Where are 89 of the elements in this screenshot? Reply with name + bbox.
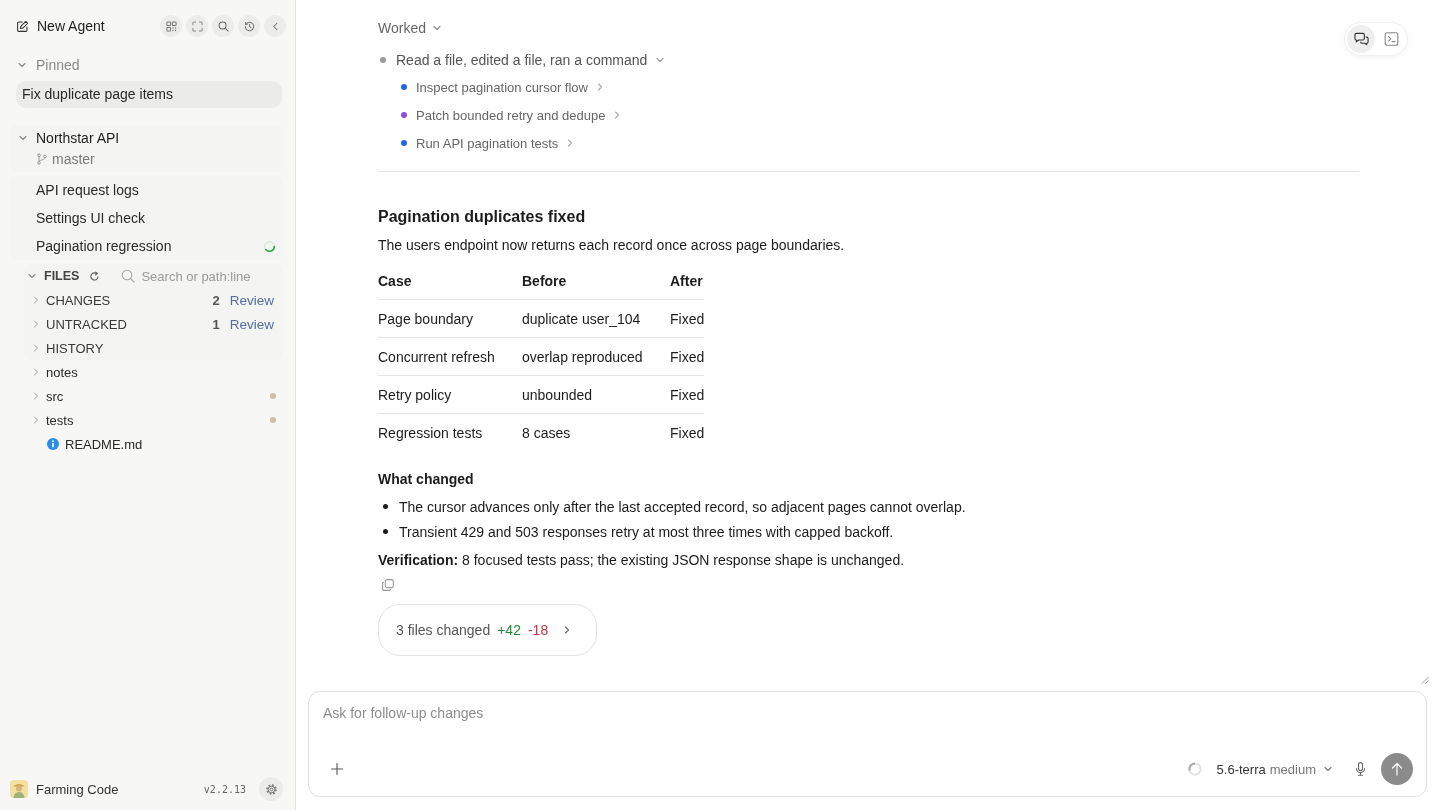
search-button[interactable] bbox=[212, 15, 234, 37]
file-tree-item[interactable]: src bbox=[24, 384, 282, 408]
send-button[interactable] bbox=[1381, 753, 1413, 785]
user-name: Farming Code bbox=[36, 781, 119, 797]
files-toggle[interactable]: FILES bbox=[27, 269, 80, 283]
copy-button[interactable] bbox=[382, 579, 394, 591]
spinner-icon bbox=[263, 239, 276, 253]
table-cell: Concurrent refresh bbox=[378, 337, 522, 376]
project-toggle[interactable]: Northstar API bbox=[10, 126, 120, 150]
branch-icon bbox=[36, 153, 48, 165]
table-header-cell: Before bbox=[522, 263, 670, 300]
thread-item[interactable]: Pagination regression bbox=[10, 232, 282, 260]
arrow-up-icon bbox=[1391, 762, 1403, 776]
pinned-item[interactable]: Fix duplicate page items bbox=[16, 81, 282, 108]
progress-ring-icon bbox=[1187, 762, 1202, 776]
table-cell: Page boundary bbox=[378, 299, 522, 338]
plus-icon bbox=[331, 763, 343, 775]
table-cell: Fixed bbox=[670, 337, 705, 376]
modified-dot-icon bbox=[270, 393, 276, 399]
section-item[interactable]: HISTORY bbox=[31, 340, 104, 356]
table-header-cell: Case bbox=[378, 263, 522, 300]
refresh-button[interactable] bbox=[89, 270, 101, 282]
chevron-down-icon bbox=[1323, 764, 1333, 774]
table-cell: Fixed bbox=[670, 375, 705, 414]
message-input[interactable]: Ask for follow-up changes bbox=[323, 703, 1413, 751]
step-item[interactable]: Run API pagination tests bbox=[416, 135, 576, 151]
step-item[interactable]: Patch bounded retry and dedupe bbox=[416, 107, 623, 123]
table-header-cell: After bbox=[670, 263, 705, 300]
change-count: 2 bbox=[212, 292, 220, 308]
chat-bubbles-icon bbox=[1353, 32, 1369, 46]
modified-dot-icon bbox=[270, 417, 276, 423]
model-selector[interactable]: 5.6-terra medium bbox=[1216, 761, 1333, 777]
edit-icon bbox=[16, 19, 29, 33]
file-tree-item[interactable]: notes bbox=[24, 360, 282, 384]
branch-name: master bbox=[52, 151, 95, 167]
table-cell: Retry policy bbox=[378, 375, 522, 414]
settings-button[interactable] bbox=[259, 777, 283, 801]
subheading: What changed bbox=[378, 470, 474, 489]
section-item[interactable]: CHANGES bbox=[31, 292, 111, 308]
composer[interactable]: Ask for follow-up changes 5.6-terra medium bbox=[308, 691, 1427, 797]
chat-view-button[interactable] bbox=[1347, 25, 1375, 53]
bullet-icon bbox=[383, 529, 388, 534]
resize-grip-icon[interactable] bbox=[1421, 676, 1429, 684]
settings-icon bbox=[264, 782, 278, 796]
result-heading: Pagination duplicates fixed bbox=[378, 207, 586, 227]
table-cell: Fixed bbox=[670, 413, 705, 451]
refresh-icon bbox=[89, 270, 101, 282]
table-cell: overlap reproduced bbox=[522, 337, 670, 376]
microphone-button[interactable] bbox=[1355, 762, 1366, 776]
table-cell: Regression tests bbox=[378, 413, 522, 451]
history-button[interactable] bbox=[238, 15, 260, 37]
section-item[interactable]: UNTRACKED bbox=[31, 316, 127, 332]
review-link[interactable]: Review bbox=[229, 292, 274, 308]
bullet-icon bbox=[383, 504, 388, 509]
bullet-text: Transient 429 and 503 responses retry at most three times with capped backoff. bbox=[399, 523, 894, 540]
thread-item[interactable]: API request logs bbox=[10, 176, 282, 204]
table-cell: unbounded bbox=[522, 375, 670, 414]
search-field[interactable]: Search or path:line bbox=[141, 266, 280, 286]
search-icon bbox=[121, 269, 136, 283]
result-intro: The users endpoint now returns each record once across page boundaries. bbox=[378, 236, 845, 255]
review-link[interactable]: Review bbox=[229, 316, 274, 332]
info-icon bbox=[47, 438, 59, 450]
expand-button[interactable] bbox=[186, 15, 208, 37]
expand-icon bbox=[191, 20, 203, 32]
table-cell: 8 cases bbox=[522, 413, 670, 451]
diff-summary-card[interactable]: 3 files changed +42 -18 bbox=[378, 604, 597, 656]
grid-icon bbox=[165, 20, 177, 32]
file-tree-item[interactable]: tests bbox=[24, 408, 282, 432]
summary-toggle[interactable]: Read a file, edited a file, ran a command bbox=[396, 52, 666, 68]
avatar-icon bbox=[10, 780, 28, 798]
change-count: 1 bbox=[212, 316, 220, 332]
activity-toggle[interactable]: Worked bbox=[378, 16, 442, 40]
terminal-icon bbox=[1383, 32, 1399, 46]
file-tree-item[interactable]: README.md bbox=[24, 432, 282, 456]
table-cell: duplicate user_104 bbox=[522, 299, 670, 338]
search-icon bbox=[217, 20, 229, 32]
new-agent-button[interactable]: New Agent bbox=[16, 18, 105, 34]
bullet-text: The cursor advances only after the last accepted record, so adjacent pages cannot overlap. bbox=[399, 498, 966, 515]
chevron-right-icon bbox=[595, 82, 605, 92]
microphone-icon bbox=[1355, 762, 1366, 776]
copy-icon bbox=[382, 579, 394, 591]
history-icon bbox=[243, 20, 255, 32]
thread-item[interactable]: Settings UI check bbox=[10, 204, 282, 232]
step-item[interactable]: Inspect pagination cursor flow bbox=[416, 79, 605, 95]
verification-text: Verification: 8 focused tests pass; the existing JSON response shape is unchanged. bbox=[378, 551, 905, 570]
table-cell: Fixed bbox=[670, 299, 705, 338]
grid-button[interactable] bbox=[160, 15, 182, 37]
bullet-dot-icon bbox=[380, 57, 386, 63]
version-label: v2.2.13 bbox=[203, 783, 246, 795]
